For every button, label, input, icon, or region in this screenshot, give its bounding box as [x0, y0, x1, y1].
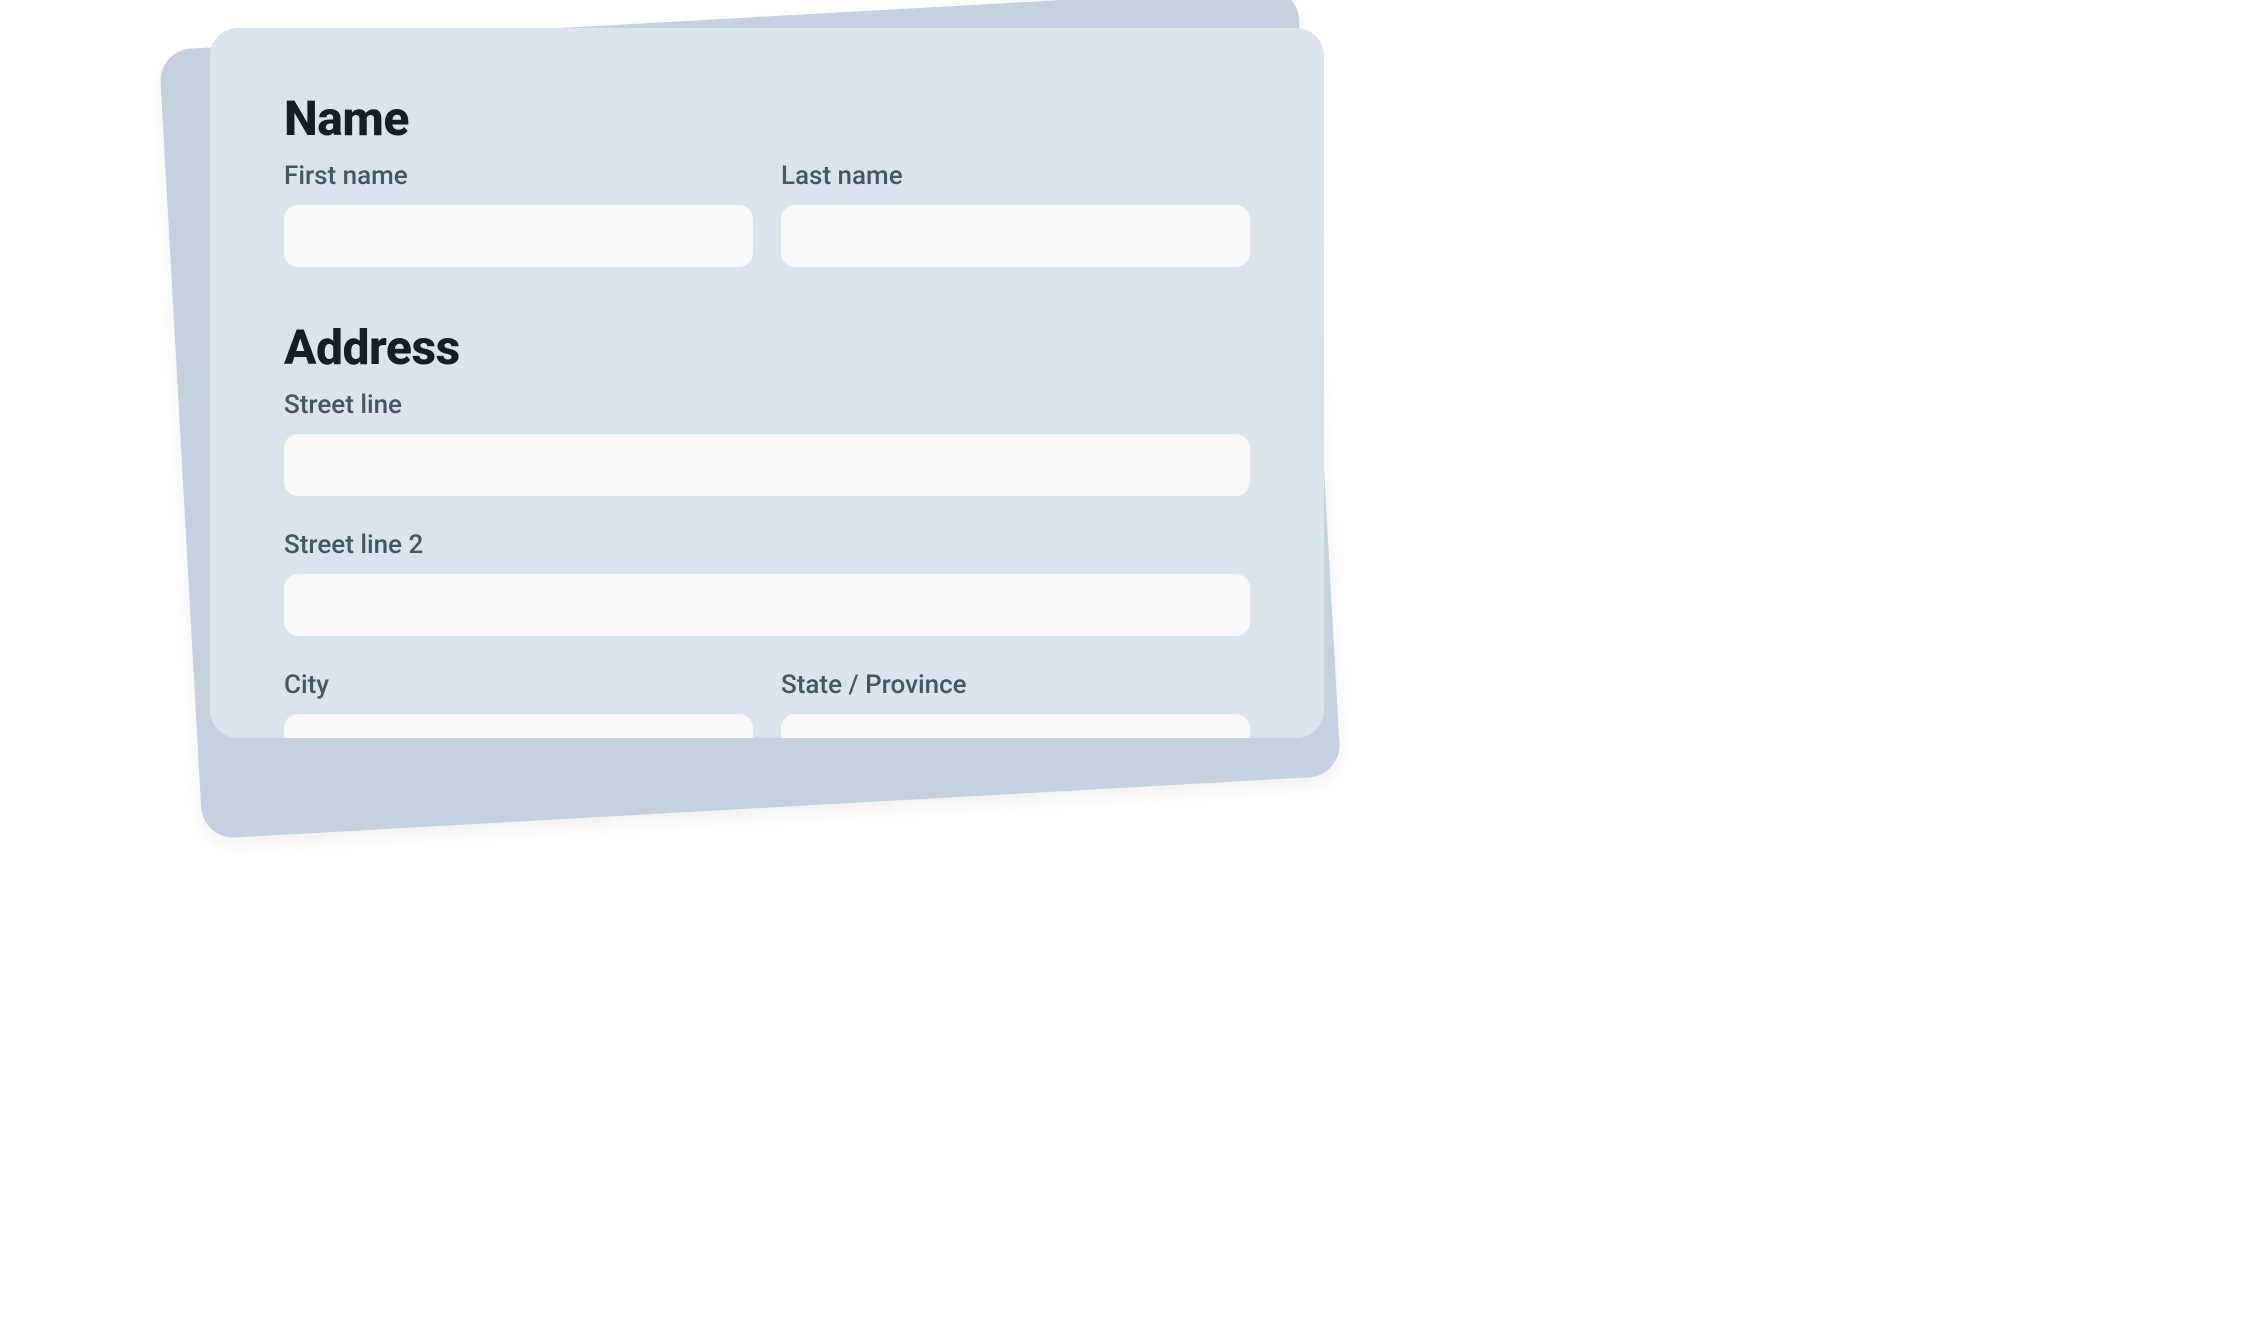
state-label: State / Province	[781, 670, 1250, 700]
street2-field: Street line 2	[284, 530, 1250, 636]
first-name-field: First name	[284, 161, 753, 267]
street2-label: Street line 2	[284, 530, 1250, 560]
street2-input[interactable]	[284, 574, 1250, 636]
city-input[interactable]	[284, 714, 753, 738]
name-row: First name Last name	[284, 161, 1250, 267]
last-name-field: Last name	[781, 161, 1250, 267]
street1-label: Street line	[284, 390, 1250, 420]
state-field: State / Province	[781, 670, 1250, 738]
first-name-input[interactable]	[284, 205, 753, 267]
street1-input[interactable]	[284, 434, 1250, 496]
street1-field: Street line	[284, 390, 1250, 496]
state-input[interactable]	[781, 714, 1250, 738]
last-name-label: Last name	[781, 161, 1250, 191]
form-card-stack: Name First name Last name Address Street…	[180, 10, 1340, 810]
street2-row: Street line 2	[284, 530, 1250, 636]
last-name-input[interactable]	[781, 205, 1250, 267]
city-field: City	[284, 670, 753, 738]
street1-row: Street line	[284, 390, 1250, 496]
city-label: City	[284, 670, 753, 700]
form-card: Name First name Last name Address Street…	[210, 28, 1324, 738]
city-state-row: City State / Province	[284, 670, 1250, 738]
name-section-title: Name	[284, 90, 1250, 147]
first-name-label: First name	[284, 161, 753, 191]
address-section-title: Address	[284, 319, 1250, 376]
